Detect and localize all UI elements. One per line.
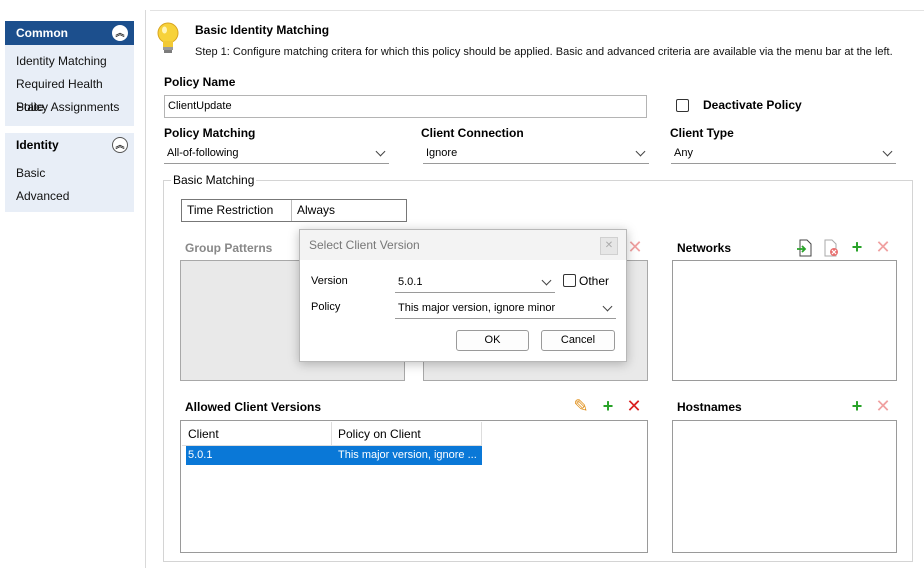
client-connection-label: Client Connection	[421, 126, 524, 140]
add-icon[interactable]: +	[599, 397, 617, 415]
dialog-title: Select Client Version	[309, 238, 420, 252]
grid-header-policy-on-client[interactable]: Policy on Client	[332, 422, 482, 446]
allowed-client-versions-title: Allowed Client Versions	[185, 400, 322, 414]
lightbulb-icon	[157, 22, 179, 53]
time-restriction-label: Time Restriction	[182, 200, 292, 221]
page-title: Basic Identity Matching	[195, 23, 330, 37]
policy-matching-select[interactable]: All-of-following	[164, 143, 389, 164]
version-label: Version	[311, 275, 348, 287]
hostnames-list[interactable]	[672, 420, 897, 553]
collapse-icon[interactable]: ︽	[112, 137, 128, 153]
sidebar-divider	[145, 10, 146, 568]
version-select[interactable]: 5.0.1	[395, 272, 555, 293]
add-icon[interactable]: +	[848, 238, 866, 256]
sidebar-item-policy-assignments[interactable]: Policy Assignments	[5, 96, 134, 119]
remove-icon[interactable]: ✕	[625, 397, 643, 415]
time-restriction-row[interactable]: Time Restriction Always	[181, 199, 407, 222]
networks-title: Networks	[677, 241, 732, 255]
policy-matching-value: All-of-following	[167, 147, 239, 159]
client-type-label: Client Type	[670, 126, 734, 140]
import-file-icon[interactable]	[796, 239, 814, 257]
sidebar-item-basic[interactable]: Basic	[5, 162, 134, 185]
group-patterns-title: Group Patterns	[185, 241, 273, 255]
client-type-select[interactable]: Any	[671, 143, 896, 164]
deactivate-policy-checkbox[interactable]	[676, 99, 689, 112]
sidebar-item-required-health-state[interactable]: Required Health State	[5, 73, 134, 114]
select-client-version-dialog: Select Client Version ✕ Version 5.0.1 Ot…	[299, 229, 627, 362]
remove-icon[interactable]: ✕	[874, 397, 892, 415]
close-icon[interactable]: ✕	[600, 237, 618, 255]
cancel-button[interactable]: Cancel	[541, 330, 615, 351]
time-restriction-value[interactable]: Always	[292, 200, 335, 221]
collapse-icon[interactable]: ︽	[112, 25, 128, 41]
other-label: Other	[579, 274, 610, 288]
remove-icon[interactable]: ✕	[874, 238, 892, 256]
chevron-down-icon	[635, 146, 646, 157]
chevron-down-icon	[882, 146, 893, 157]
other-checkbox[interactable]	[563, 274, 576, 287]
deactivate-policy-label: Deactivate Policy	[703, 98, 802, 112]
client-connection-value: Ignore	[426, 147, 458, 159]
sidebar-header-label: Common	[16, 26, 68, 40]
chevron-down-icon	[602, 301, 613, 312]
grid-cell-policy: This major version, ignore ...	[338, 449, 477, 461]
sidebar-header-identity[interactable]: Identity ︽	[5, 133, 134, 157]
remove-icon[interactable]: ✕	[626, 238, 644, 256]
basic-matching-legend: Basic Matching	[171, 173, 257, 187]
grid-cell-client: 5.0.1	[188, 449, 213, 461]
ok-button[interactable]: OK	[456, 330, 529, 351]
sidebar-header-label: Identity	[16, 138, 59, 152]
page-subtitle: Step 1: Configure matching critera for w…	[195, 46, 893, 58]
sidebar: Common ︽ Identity Matching Required Heal…	[0, 0, 140, 568]
sidebar-item-identity-matching[interactable]: Identity Matching	[5, 50, 134, 73]
edit-icon[interactable]: ✎	[572, 397, 590, 415]
top-divider	[150, 10, 924, 11]
policy-name-input[interactable]: ClientUpdate	[164, 95, 647, 118]
table-row[interactable]: 5.0.1 This major version, ignore ...	[186, 446, 482, 465]
grid-header-client[interactable]: Client	[182, 422, 332, 446]
policy-name-label: Policy Name	[164, 75, 236, 89]
dialog-title-bar[interactable]: Select Client Version ✕	[300, 230, 626, 260]
client-type-value: Any	[674, 147, 693, 159]
networks-list[interactable]	[672, 260, 897, 381]
remove-file-icon[interactable]	[822, 239, 840, 257]
sidebar-item-advanced[interactable]: Advanced	[5, 185, 134, 208]
sidebar-group-identity: Identity ︽ Basic Advanced	[5, 133, 134, 212]
add-icon[interactable]: +	[848, 397, 866, 415]
client-connection-select[interactable]: Ignore	[423, 143, 649, 164]
policy-matching-label: Policy Matching	[164, 126, 256, 140]
hostnames-title: Hostnames	[677, 400, 742, 414]
sidebar-group-common: Common ︽ Identity Matching Required Heal…	[5, 21, 134, 126]
version-value: 5.0.1	[398, 276, 423, 288]
policy-select[interactable]: This major version, ignore minor	[395, 298, 616, 319]
policy-value: This major version, ignore minor	[398, 302, 556, 314]
policy-label: Policy	[311, 301, 341, 313]
chevron-down-icon	[375, 146, 386, 157]
sidebar-header-common[interactable]: Common ︽	[5, 21, 134, 45]
chevron-down-icon	[541, 275, 552, 286]
